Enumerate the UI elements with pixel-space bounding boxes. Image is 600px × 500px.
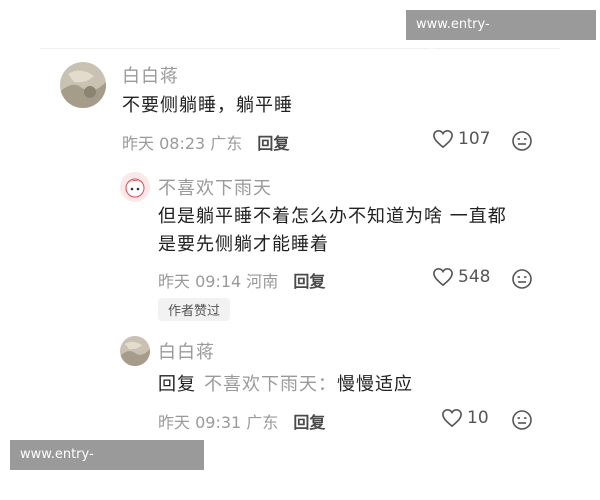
like-button[interactable]: 107 <box>432 129 490 149</box>
reply-button[interactable]: 回复 <box>293 413 325 432</box>
avatar[interactable] <box>120 336 150 366</box>
like-button[interactable]: 10 <box>441 408 489 428</box>
like-count: 548 <box>458 267 491 287</box>
dislike-button[interactable] <box>511 130 533 156</box>
reply-button[interactable]: 回复 <box>293 272 325 291</box>
comment-user-name[interactable]: 白白蒋 <box>158 338 215 364</box>
reply-body: 慢慢适应 <box>337 374 413 395</box>
dislike-face-icon <box>512 410 532 430</box>
like-count: 10 <box>467 408 489 428</box>
comment-time: 昨天 08:23 <box>122 134 206 153</box>
comment-text: 不要侧躺睡，躺平睡 <box>122 95 293 116</box>
comment-time: 昨天 09:31 <box>158 413 242 432</box>
like-button[interactable]: 548 <box>432 267 490 287</box>
like-count: 107 <box>458 129 491 149</box>
heart-outline-icon <box>433 129 453 149</box>
comment-text: 回复 不喜欢下雨天：慢慢适应 <box>158 370 413 400</box>
author-liked-badge: 作者赞过 <box>158 298 231 321</box>
comment-user-name[interactable]: 白白蒋 <box>122 62 179 88</box>
comment-time: 昨天 09:14 <box>158 272 242 291</box>
avatar-image <box>60 62 106 108</box>
comment-location: 广东 <box>246 413 279 432</box>
comment-meta: 昨天 09:14 河南 回复 <box>158 268 325 292</box>
reply-button[interactable]: 回复 <box>257 134 289 153</box>
comment-text-line-1: 但是躺平睡不着怎么办不知道为啥 一直都 <box>158 206 507 227</box>
watermark-bottom: www.entry-milansport.com <box>10 440 204 492</box>
comment-user-name[interactable]: 不喜欢下雨天 <box>158 174 272 200</box>
heart-outline-icon <box>442 408 462 428</box>
avatar[interactable] <box>60 62 106 108</box>
reply-to-user[interactable]: 不喜欢下雨天： <box>204 374 337 395</box>
comment-location: 河南 <box>246 272 279 291</box>
reply-prefix: 回复 <box>158 374 196 395</box>
comment-text-line-2: 是要先侧躺才能睡着 <box>158 234 329 255</box>
dislike-face-icon <box>512 269 532 289</box>
avatar-image <box>120 336 150 366</box>
dislike-button[interactable] <box>511 409 533 435</box>
comment-location: 广东 <box>210 134 243 153</box>
watermark-top: www.entry-milansport.com <box>406 10 596 62</box>
comment-meta: 昨天 08:23 广东 回复 <box>122 130 289 154</box>
avatar[interactable] <box>120 172 150 202</box>
comment-meta: 昨天 09:31 广东 回复 <box>158 409 325 433</box>
dislike-button[interactable] <box>511 268 533 294</box>
heart-outline-icon <box>433 267 453 287</box>
avatar-image <box>120 172 150 202</box>
dislike-face-icon <box>512 131 532 151</box>
